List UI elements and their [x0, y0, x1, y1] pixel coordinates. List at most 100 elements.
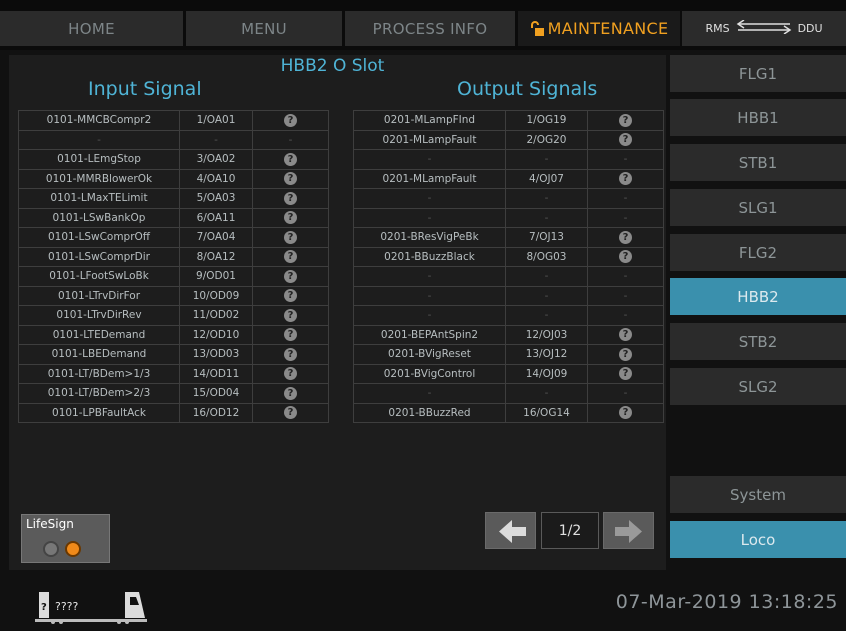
input-status-cell: ?: [252, 383, 329, 404]
input-row: 0101-LEmgStop 3/OA02?: [18, 149, 329, 170]
input-status-cell: ?: [252, 324, 329, 345]
tab-process-info[interactable]: PROCESS INFO: [345, 11, 515, 46]
tab-menu[interactable]: MENU: [186, 11, 342, 46]
output-row: 0201-BResVigPeBk 7/OJ13?: [353, 227, 664, 248]
output-signal-name: -: [353, 285, 506, 306]
input-status-cell: ?: [252, 305, 329, 326]
input-signal-code: -: [179, 129, 253, 150]
input-status-cell: ?: [252, 227, 329, 248]
input-row: 0101-MMCBCompr2 1/OA01?: [18, 110, 329, 131]
sidebar-item-hbb1[interactable]: HBB1: [670, 99, 846, 136]
output-row: ---: [353, 266, 664, 287]
tab-home[interactable]: HOME: [0, 11, 183, 46]
input-signal-name: 0101-LSwComprOff: [18, 227, 180, 248]
output-row: 0201-BBuzzRed 16/OG14?: [353, 402, 664, 423]
input-signal-name: 0101-LSwBankOp: [18, 207, 180, 228]
unknown-status-icon: ?: [619, 347, 632, 361]
output-status-cell: -: [587, 285, 664, 306]
sidebar-item-flg2[interactable]: FLG2: [670, 234, 846, 271]
output-row: 0201-MLampFault 4/OJ07?: [353, 168, 664, 189]
output-status-cell: ?: [587, 110, 664, 131]
lifesign-led-on: [65, 541, 81, 557]
tab-maintenance[interactable]: MAINTENANCE: [518, 11, 680, 46]
input-row: 0101-LMaxTELimit 5/OA03?: [18, 188, 329, 209]
next-page-button[interactable]: [603, 512, 654, 549]
output-signals-title: Output Signals: [457, 78, 598, 100]
unknown-status-icon: ?: [284, 347, 297, 361]
unlock-icon: [530, 20, 544, 37]
swap-arrows-icon: [736, 19, 792, 37]
lifesign-indicator: LifeSign: [21, 514, 110, 563]
input-signal-code: 4/OA10: [179, 168, 253, 189]
output-row: ---: [353, 305, 664, 326]
output-signal-code: 4/OJ07: [505, 168, 588, 189]
sidebar-item-hbb2[interactable]: HBB2: [670, 278, 846, 315]
input-status-cell: ?: [252, 188, 329, 209]
input-signal-code: 3/OA02: [179, 149, 253, 170]
page-indicator: 1/2: [541, 512, 599, 549]
output-status-cell: -: [587, 266, 664, 287]
sidebar-item-slg2[interactable]: SLG2: [670, 368, 846, 405]
input-row: ---: [18, 129, 329, 150]
input-signal-name: 0101-MMCBCompr2: [18, 110, 180, 131]
input-status-cell: ?: [252, 110, 329, 131]
output-signal-name: -: [353, 305, 506, 326]
prev-page-button[interactable]: [485, 512, 536, 549]
input-row: 0101-LTEDemand 12/OD10?: [18, 324, 329, 345]
rms-ddu-toggle[interactable]: RMS DDU: [682, 11, 846, 46]
input-signal-code: 7/OA04: [179, 227, 253, 248]
input-status-cell: ?: [252, 168, 329, 189]
input-signal-name: 0101-MMRBlowerOk: [18, 168, 180, 189]
input-signal-name: 0101-LSwComprDir: [18, 246, 180, 267]
input-row: 0101-LTrvDirFor 10/OD09?: [18, 285, 329, 306]
input-row: 0101-LT/BDem>1/3 14/OD11?: [18, 363, 329, 384]
loco-button[interactable]: Loco: [670, 521, 846, 558]
output-status-cell: -: [587, 305, 664, 326]
datetime: 07-Mar-2019 13:18:25: [615, 591, 838, 613]
output-status-cell: ?: [587, 363, 664, 384]
input-signal-name: 0101-LMaxTELimit: [18, 188, 180, 209]
input-signal-code: 1/OA01: [179, 110, 253, 131]
rms-label: RMS: [705, 22, 730, 35]
input-status-cell: -: [252, 129, 329, 150]
output-signal-code: -: [505, 305, 588, 326]
input-signal-name: 0101-LFootSwLoBk: [18, 266, 180, 287]
input-signal-name: 0101-LT/BDem>2/3: [18, 383, 180, 404]
input-row: 0101-LSwBankOp 6/OA11?: [18, 207, 329, 228]
output-signal-name: 0201-BVigReset: [353, 344, 506, 365]
input-signal-name: 0101-LT/BDem>1/3: [18, 363, 180, 384]
sidebar-item-slg1[interactable]: SLG1: [670, 189, 846, 226]
input-signal-name: 0101-LTrvDirRev: [18, 305, 180, 326]
output-status-cell: ?: [587, 246, 664, 267]
output-signal-code: -: [505, 383, 588, 404]
unknown-status-icon: ?: [284, 269, 297, 283]
output-status-cell: -: [587, 149, 664, 170]
input-row: 0101-LFootSwLoBk 9/OD01?: [18, 266, 329, 287]
output-signal-code: -: [505, 285, 588, 306]
input-signal-code: 11/OD02: [179, 305, 253, 326]
arrow-right-icon: [615, 520, 642, 543]
output-signal-code: -: [505, 149, 588, 170]
sidebar-item-stb2[interactable]: STB2: [670, 323, 846, 360]
input-status-cell: ?: [252, 149, 329, 170]
input-signal-name: 0101-LBEDemand: [18, 344, 180, 365]
input-signal-code: 16/OD12: [179, 402, 253, 423]
output-status-cell: -: [587, 207, 664, 228]
input-row: 0101-LTrvDirRev 11/OD02?: [18, 305, 329, 326]
unknown-status-icon: ?: [284, 406, 297, 420]
sidebar-item-stb1[interactable]: STB1: [670, 144, 846, 181]
output-row: 0201-BVigControl 14/OJ09?: [353, 363, 664, 384]
output-signal-name: -: [353, 207, 506, 228]
output-signal-code: 8/OG03: [505, 246, 588, 267]
output-signal-name: -: [353, 383, 506, 404]
ddu-label: DDU: [797, 22, 823, 35]
system-button[interactable]: System: [670, 476, 846, 513]
svg-text:?: ?: [41, 602, 47, 613]
output-status-cell: ?: [587, 168, 664, 189]
input-signal-code: 8/OA12: [179, 246, 253, 267]
sidebar-item-flg1[interactable]: FLG1: [670, 55, 846, 92]
unknown-status-icon: ?: [619, 172, 632, 186]
output-status-cell: ?: [587, 227, 664, 248]
output-status-cell: -: [587, 188, 664, 209]
output-signal-name: 0201-BVigControl: [353, 363, 506, 384]
